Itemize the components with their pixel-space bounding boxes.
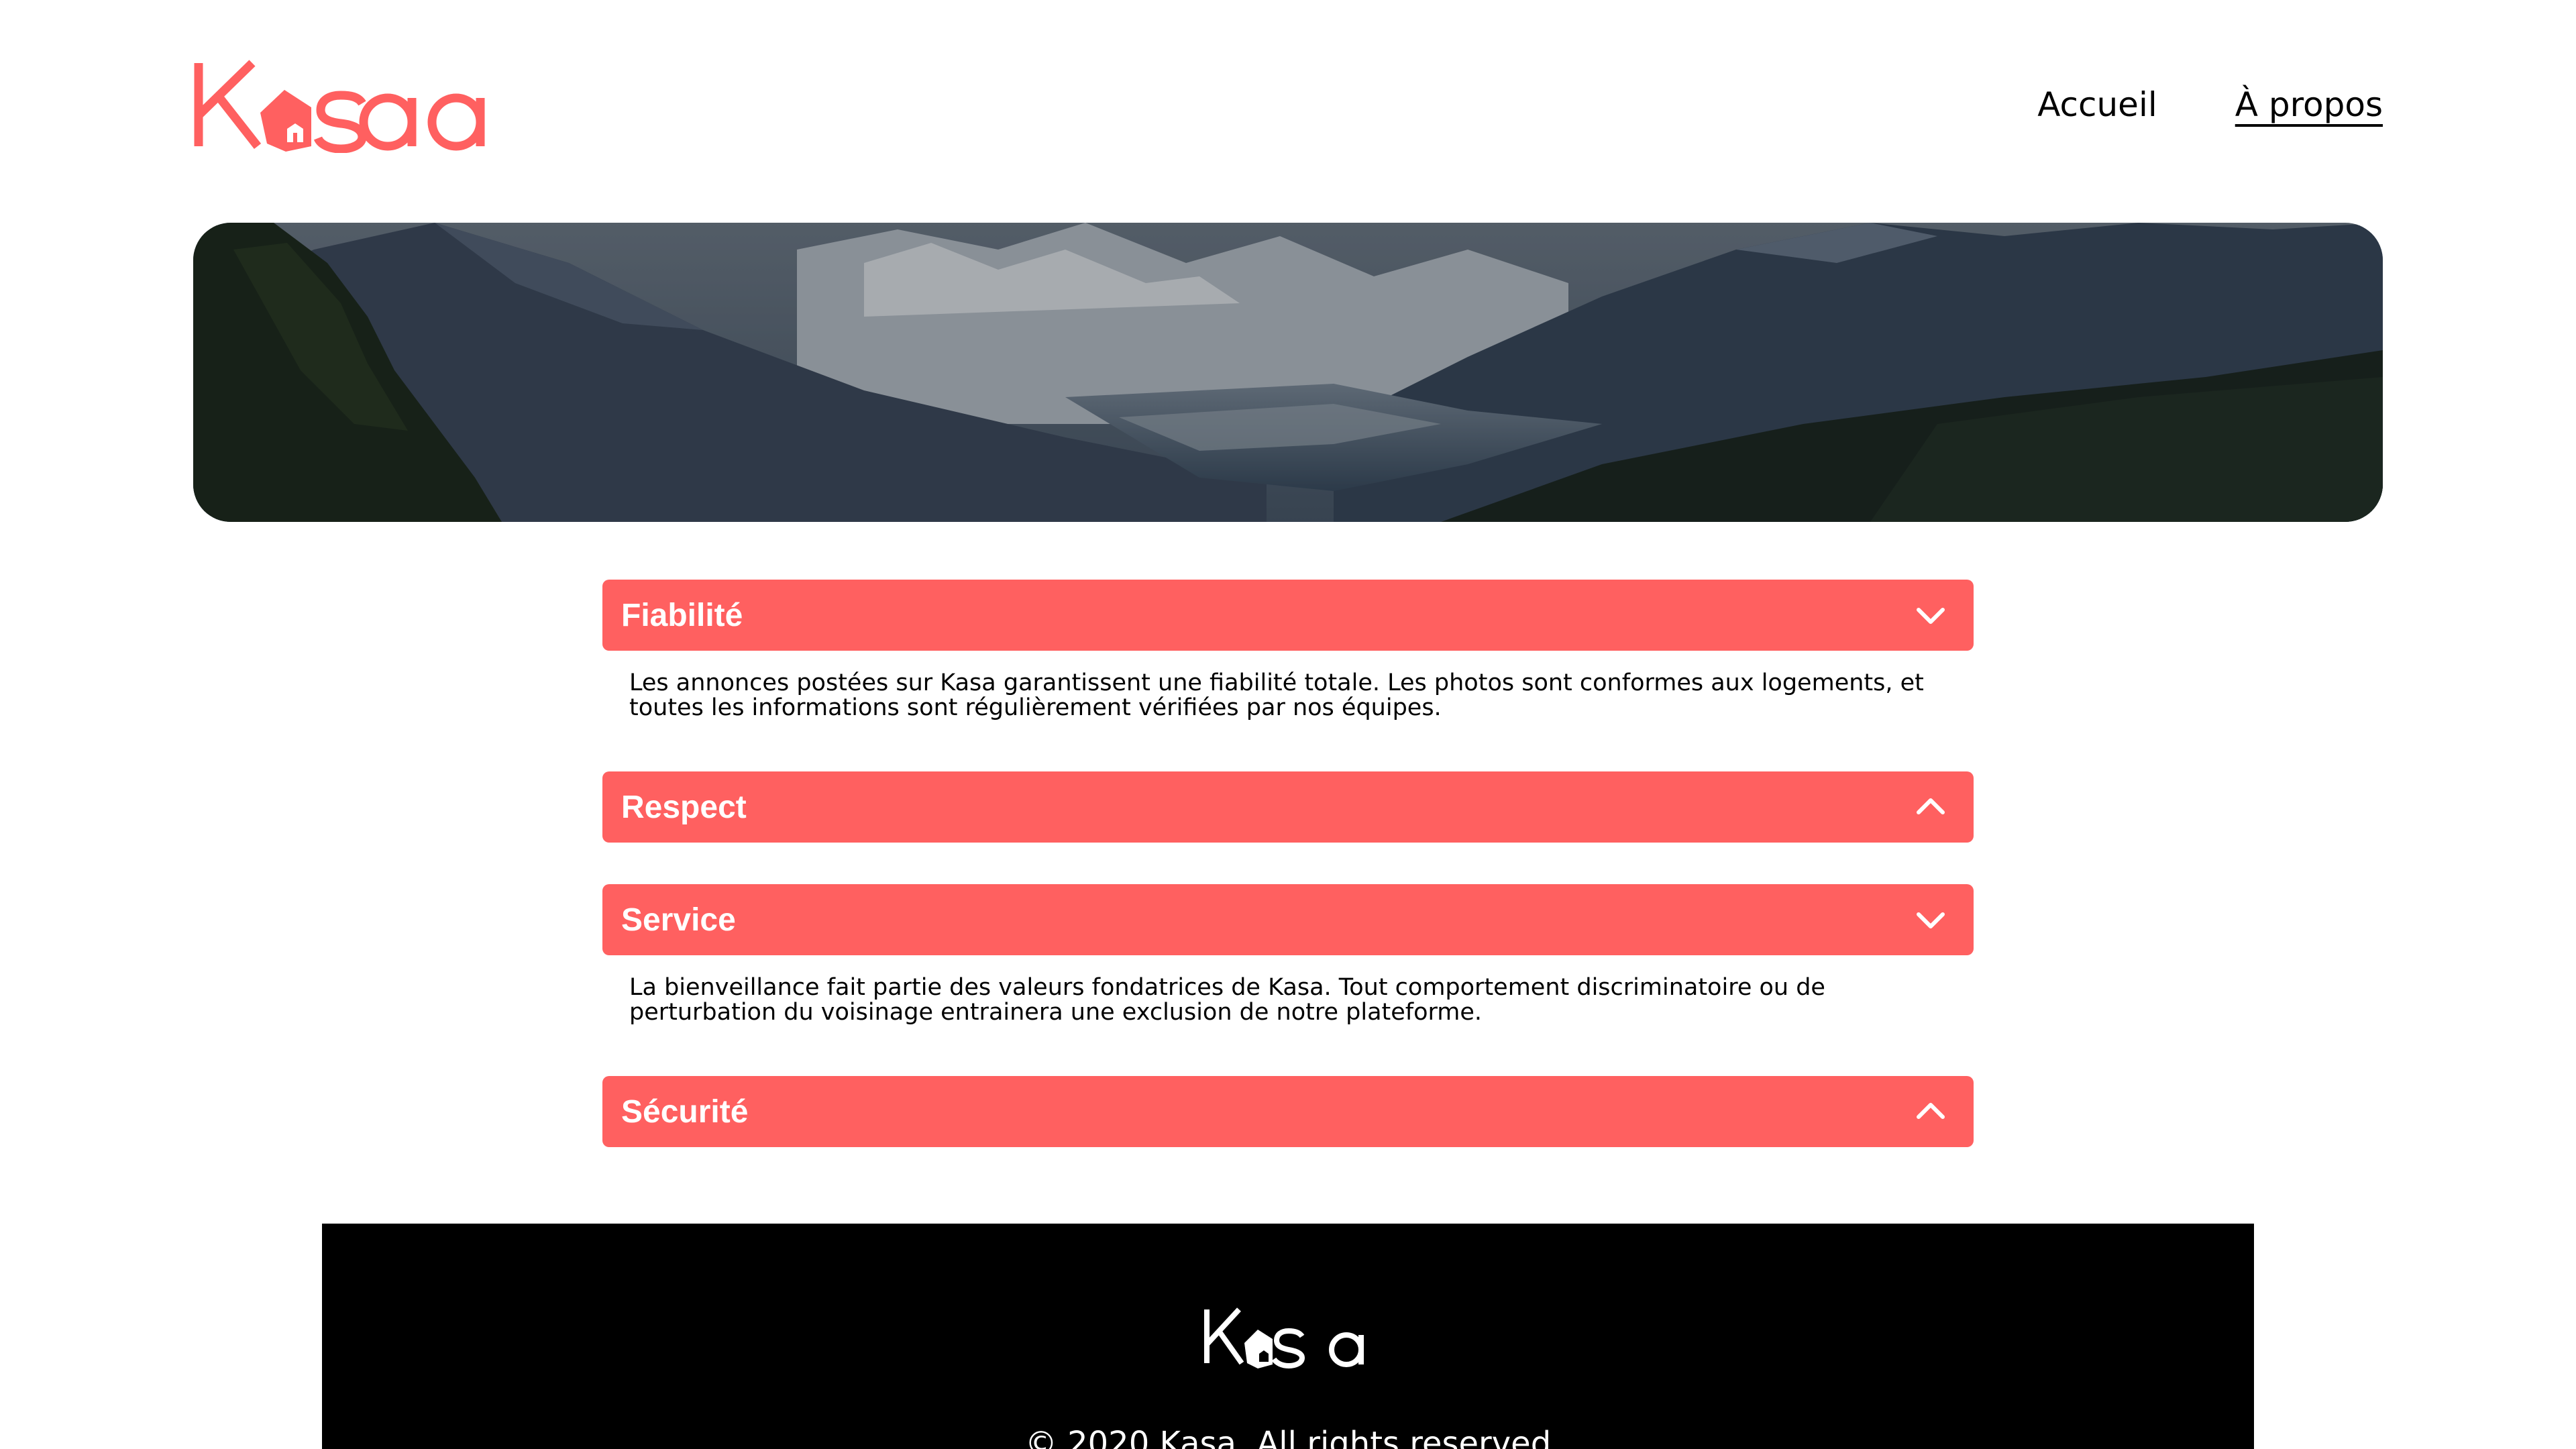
main-nav: Accueil À propos	[2037, 85, 2383, 125]
collapse-securite: Sécurité	[602, 1076, 1974, 1147]
footer: © 2020 Kasa. All rights reserved	[322, 1224, 2254, 1449]
collapse-respect: Respect	[602, 771, 1974, 843]
chevron-up-icon[interactable]	[1915, 795, 1947, 819]
nav-link-accueil[interactable]: Accueil	[2037, 85, 2157, 125]
collapse-header-fiabilite[interactable]: Fiabilité	[602, 580, 1974, 651]
nav-link-a-propos[interactable]: À propos	[2235, 85, 2383, 125]
chevron-down-icon[interactable]	[1915, 603, 1947, 627]
footer-kasa-logo	[1203, 1307, 1372, 1374]
collapse-title: Service	[621, 902, 736, 938]
collapse-fiabilite: Fiabilité Les annonces postées sur Kasa …	[602, 580, 1974, 771]
header: Accueil À propos	[193, 59, 2383, 154]
about-banner-image	[193, 223, 2383, 522]
collapse-title: Sécurité	[621, 1093, 749, 1130]
footer-copyright: © 2020 Kasa. All rights reserved	[1024, 1425, 1552, 1449]
chevron-down-icon[interactable]	[1915, 908, 1947, 932]
collapse-header-securite[interactable]: Sécurité	[602, 1076, 1974, 1147]
kasa-logo[interactable]	[193, 59, 488, 154]
collapse-header-service[interactable]: Service	[602, 884, 1974, 955]
collapse-content: Les annonces postées sur Kasa garantisse…	[629, 669, 1924, 721]
values-collapse-list: Fiabilité Les annonces postées sur Kasa …	[602, 580, 1974, 1189]
collapse-title: Fiabilité	[621, 597, 743, 633]
collapse-header-respect[interactable]: Respect	[602, 771, 1974, 843]
about-page: Accueil À propos Fiabilité Les annonces …	[0, 0, 2576, 1449]
collapse-content: La bienveillance fait partie des valeurs…	[629, 974, 1825, 1026]
chevron-up-icon[interactable]	[1915, 1099, 1947, 1124]
collapse-title: Respect	[621, 789, 747, 825]
collapse-service: Service La bienveillance fait partie des…	[602, 884, 1974, 1076]
